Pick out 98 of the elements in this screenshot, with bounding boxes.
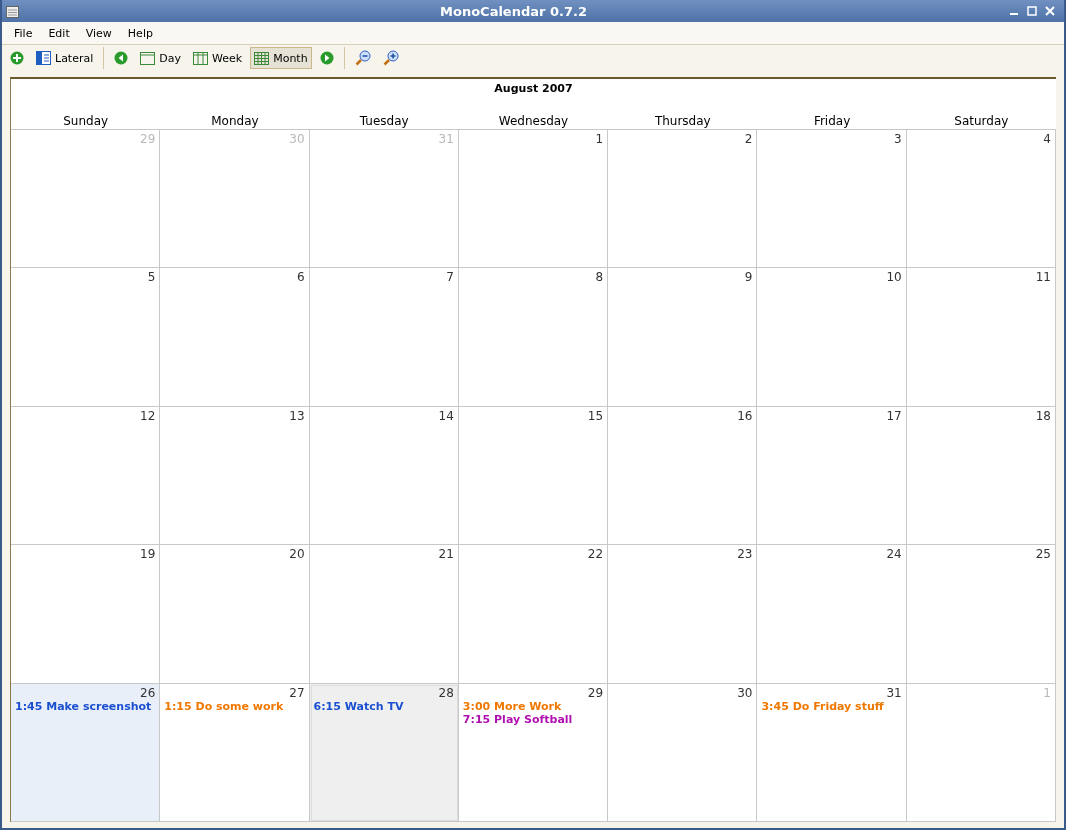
day-number: 4 xyxy=(1043,132,1051,146)
back-icon xyxy=(114,51,129,65)
weekday-header: Sunday xyxy=(62,113,110,129)
day-cell[interactable]: 24 xyxy=(757,545,907,684)
day-cell[interactable]: 11 xyxy=(906,268,1056,407)
day-number: 16 xyxy=(737,408,753,423)
day-cell[interactable]: 4 xyxy=(906,130,1056,269)
weekday-header: Monday xyxy=(210,113,260,129)
day-number: 10 xyxy=(886,270,902,285)
day-number: 21 xyxy=(438,547,454,562)
day-number: 19 xyxy=(140,547,156,562)
day-cell[interactable]: 27 1:15 Do some work xyxy=(160,683,310,822)
day-number: 27 xyxy=(289,685,305,700)
day-number: 31 xyxy=(438,132,454,146)
event-entry[interactable]: 7:15 Play Softball xyxy=(462,712,604,726)
day-number: 30 xyxy=(737,685,753,700)
menu-item[interactable]: Edit xyxy=(40,26,78,40)
day-number: 25 xyxy=(1035,547,1051,562)
day-number: 13 xyxy=(289,408,305,423)
day-cell[interactable]: 10 xyxy=(757,268,907,407)
day-number: 17 xyxy=(886,408,902,423)
day-cell[interactable]: 12 xyxy=(11,406,161,546)
day-number: 23 xyxy=(737,547,753,562)
event-entry[interactable]: 6:15 Watch TV xyxy=(313,699,454,713)
view-button[interactable]: Week xyxy=(189,47,247,69)
menu-item[interactable]: File xyxy=(6,26,41,40)
day-number: 3 xyxy=(894,132,902,146)
day-cell[interactable]: 20 xyxy=(160,545,310,684)
day-cell[interactable]: 21 xyxy=(309,545,459,684)
day-number: 26 xyxy=(140,685,156,700)
month-view-icon xyxy=(254,51,270,65)
day-number: 18 xyxy=(1035,408,1051,423)
sidebar-icon xyxy=(36,51,51,65)
add-icon xyxy=(10,51,24,65)
day-cell[interactable]: 16 xyxy=(608,406,758,546)
day-number: 8 xyxy=(595,270,604,285)
day-cell[interactable]: 8 xyxy=(458,268,609,407)
day-cell[interactable]: 6 xyxy=(160,268,310,407)
day-cell[interactable]: 28 6:15 Watch TV xyxy=(309,683,459,822)
day-number: 1 xyxy=(1043,685,1051,700)
day-number: 1 xyxy=(595,132,604,146)
day-cell[interactable]: 2 xyxy=(608,130,758,269)
weekday-header: Thursday xyxy=(653,113,712,129)
day-cell[interactable]: 29 3:00 More Work 7:15 Play Softball xyxy=(458,683,609,822)
view-button[interactable]: Day xyxy=(136,47,185,69)
weekday-header: Saturday xyxy=(953,113,1010,129)
month-title: August 2007 xyxy=(493,81,574,97)
day-cell[interactable]: 13 xyxy=(160,406,310,546)
day-cell[interactable]: 19 xyxy=(11,545,161,684)
view-button[interactable]: Month xyxy=(250,47,312,69)
day-number: 30 xyxy=(289,132,305,146)
close-icon[interactable] xyxy=(1044,5,1056,17)
menu-item[interactable]: Help xyxy=(119,26,161,40)
day-cell[interactable]: 31 3:45 Do Friday stuff xyxy=(757,683,907,822)
zoom-in-icon xyxy=(382,50,399,66)
week-view-icon xyxy=(193,51,208,65)
event-entry[interactable]: 1:45 Make screenshot xyxy=(15,699,156,713)
day-cell[interactable]: 14 xyxy=(309,406,459,546)
day-cell[interactable]: 26 1:45 Make screenshot xyxy=(11,683,161,822)
day-number: 22 xyxy=(587,547,604,562)
day-cell[interactable]: 15 xyxy=(458,406,609,546)
day-cell[interactable]: 25 xyxy=(906,545,1056,684)
weekday-header: Wednesday xyxy=(497,113,570,129)
day-number: 9 xyxy=(744,270,753,285)
day-cell[interactable]: 9 xyxy=(608,268,758,407)
day-number: 15 xyxy=(587,408,604,423)
day-number: 29 xyxy=(140,132,156,146)
maximize-icon[interactable] xyxy=(1026,5,1038,17)
day-number: 28 xyxy=(438,685,454,700)
day-number: 6 xyxy=(296,270,305,285)
day-cell[interactable]: 7 xyxy=(309,268,459,407)
forward-icon xyxy=(319,51,334,65)
day-number: 11 xyxy=(1035,270,1051,285)
day-number: 2 xyxy=(744,132,753,146)
day-number: 5 xyxy=(147,270,156,285)
day-cell[interactable]: 17 xyxy=(757,406,907,546)
weekday-header: Tuesday xyxy=(358,113,410,129)
day-cell[interactable]: 1 xyxy=(458,130,609,269)
menu-item[interactable]: View xyxy=(77,26,120,40)
day-number: 12 xyxy=(140,408,156,423)
day-view-icon xyxy=(140,51,156,65)
day-cell[interactable]: 18 xyxy=(906,406,1056,546)
calendar-app-icon xyxy=(6,4,19,18)
day-number: 29 xyxy=(587,685,604,700)
day-cell[interactable]: 3 xyxy=(757,130,907,269)
day-number: 31 xyxy=(886,685,902,700)
day-number: 20 xyxy=(289,547,305,562)
day-cell[interactable]: 22 xyxy=(458,545,609,684)
day-cell[interactable]: 5 xyxy=(11,268,161,407)
day-number: 14 xyxy=(438,408,454,423)
view-button[interactable]: Lateral xyxy=(32,47,98,69)
day-number: 7 xyxy=(446,270,454,285)
weekday-header: Friday xyxy=(812,113,852,129)
zoom-out-icon xyxy=(354,50,371,66)
day-cell[interactable]: 30 xyxy=(608,683,758,822)
day-cell[interactable]: 23 xyxy=(608,545,758,684)
window-title: MonoCalendar 0.7.2 xyxy=(439,3,588,19)
day-number: 24 xyxy=(886,547,902,562)
